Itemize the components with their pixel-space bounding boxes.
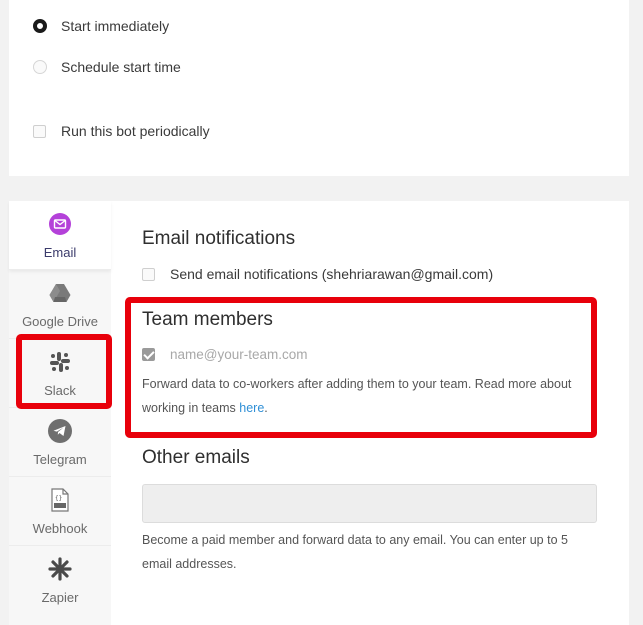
sidebar-item-label: Telegram [33, 452, 87, 467]
sidebar-item-label: Google Drive [22, 314, 98, 329]
sidebar-item-label: Webhook [32, 521, 88, 536]
send-email-notifications-label: Send email notifications (shehriarawan@g… [170, 266, 494, 282]
google-drive-icon [48, 281, 72, 305]
run-periodically-label: Run this bot periodically [61, 123, 210, 139]
schedule-start-label: Schedule start time [61, 59, 181, 75]
sidebar-item-zapier[interactable]: Zapier [9, 546, 111, 615]
start-immediately-radio[interactable] [33, 19, 47, 33]
json-file-icon: {} [48, 488, 72, 512]
slack-highlight [16, 334, 112, 409]
start-immediately-option[interactable]: Start immediately [33, 18, 169, 34]
sidebar-item-email[interactable]: Email [9, 201, 111, 270]
envelope-icon [48, 212, 72, 236]
zapier-icon [48, 557, 72, 581]
other-emails-input[interactable] [142, 484, 597, 523]
sidebar-item-telegram[interactable]: Telegram [9, 408, 111, 477]
email-notifications-title: Email notifications [142, 228, 296, 249]
sidebar-item-label: Email [43, 245, 77, 260]
schedule-start-radio[interactable] [33, 60, 47, 74]
sidebar-item-label: Zapier [41, 590, 79, 605]
sidebar-item-google-drive[interactable]: Google Drive [9, 270, 111, 339]
svg-text:{}: {} [55, 495, 62, 502]
run-periodically-option[interactable]: Run this bot periodically [33, 123, 210, 139]
other-emails-description: Become a paid member and forward data to… [142, 533, 568, 571]
other-emails-title: Other emails [142, 447, 250, 468]
run-periodically-checkbox[interactable] [33, 124, 46, 138]
send-email-notifications-option[interactable]: Send email notifications (shehriarawan@g… [142, 266, 493, 282]
team-members-highlight [125, 297, 597, 438]
sidebar-item-webhook[interactable]: {} Webhook [9, 477, 111, 546]
telegram-icon [48, 419, 72, 443]
start-immediately-label: Start immediately [61, 18, 170, 34]
schedule-start-option[interactable]: Schedule start time [33, 59, 181, 75]
integrations-sidebar: Email Google Drive Slack Telegram {} Web… [9, 201, 111, 625]
send-email-notifications-checkbox[interactable] [142, 267, 155, 281]
start-options-card: Start immediately Schedule start time Ru… [9, 0, 629, 176]
